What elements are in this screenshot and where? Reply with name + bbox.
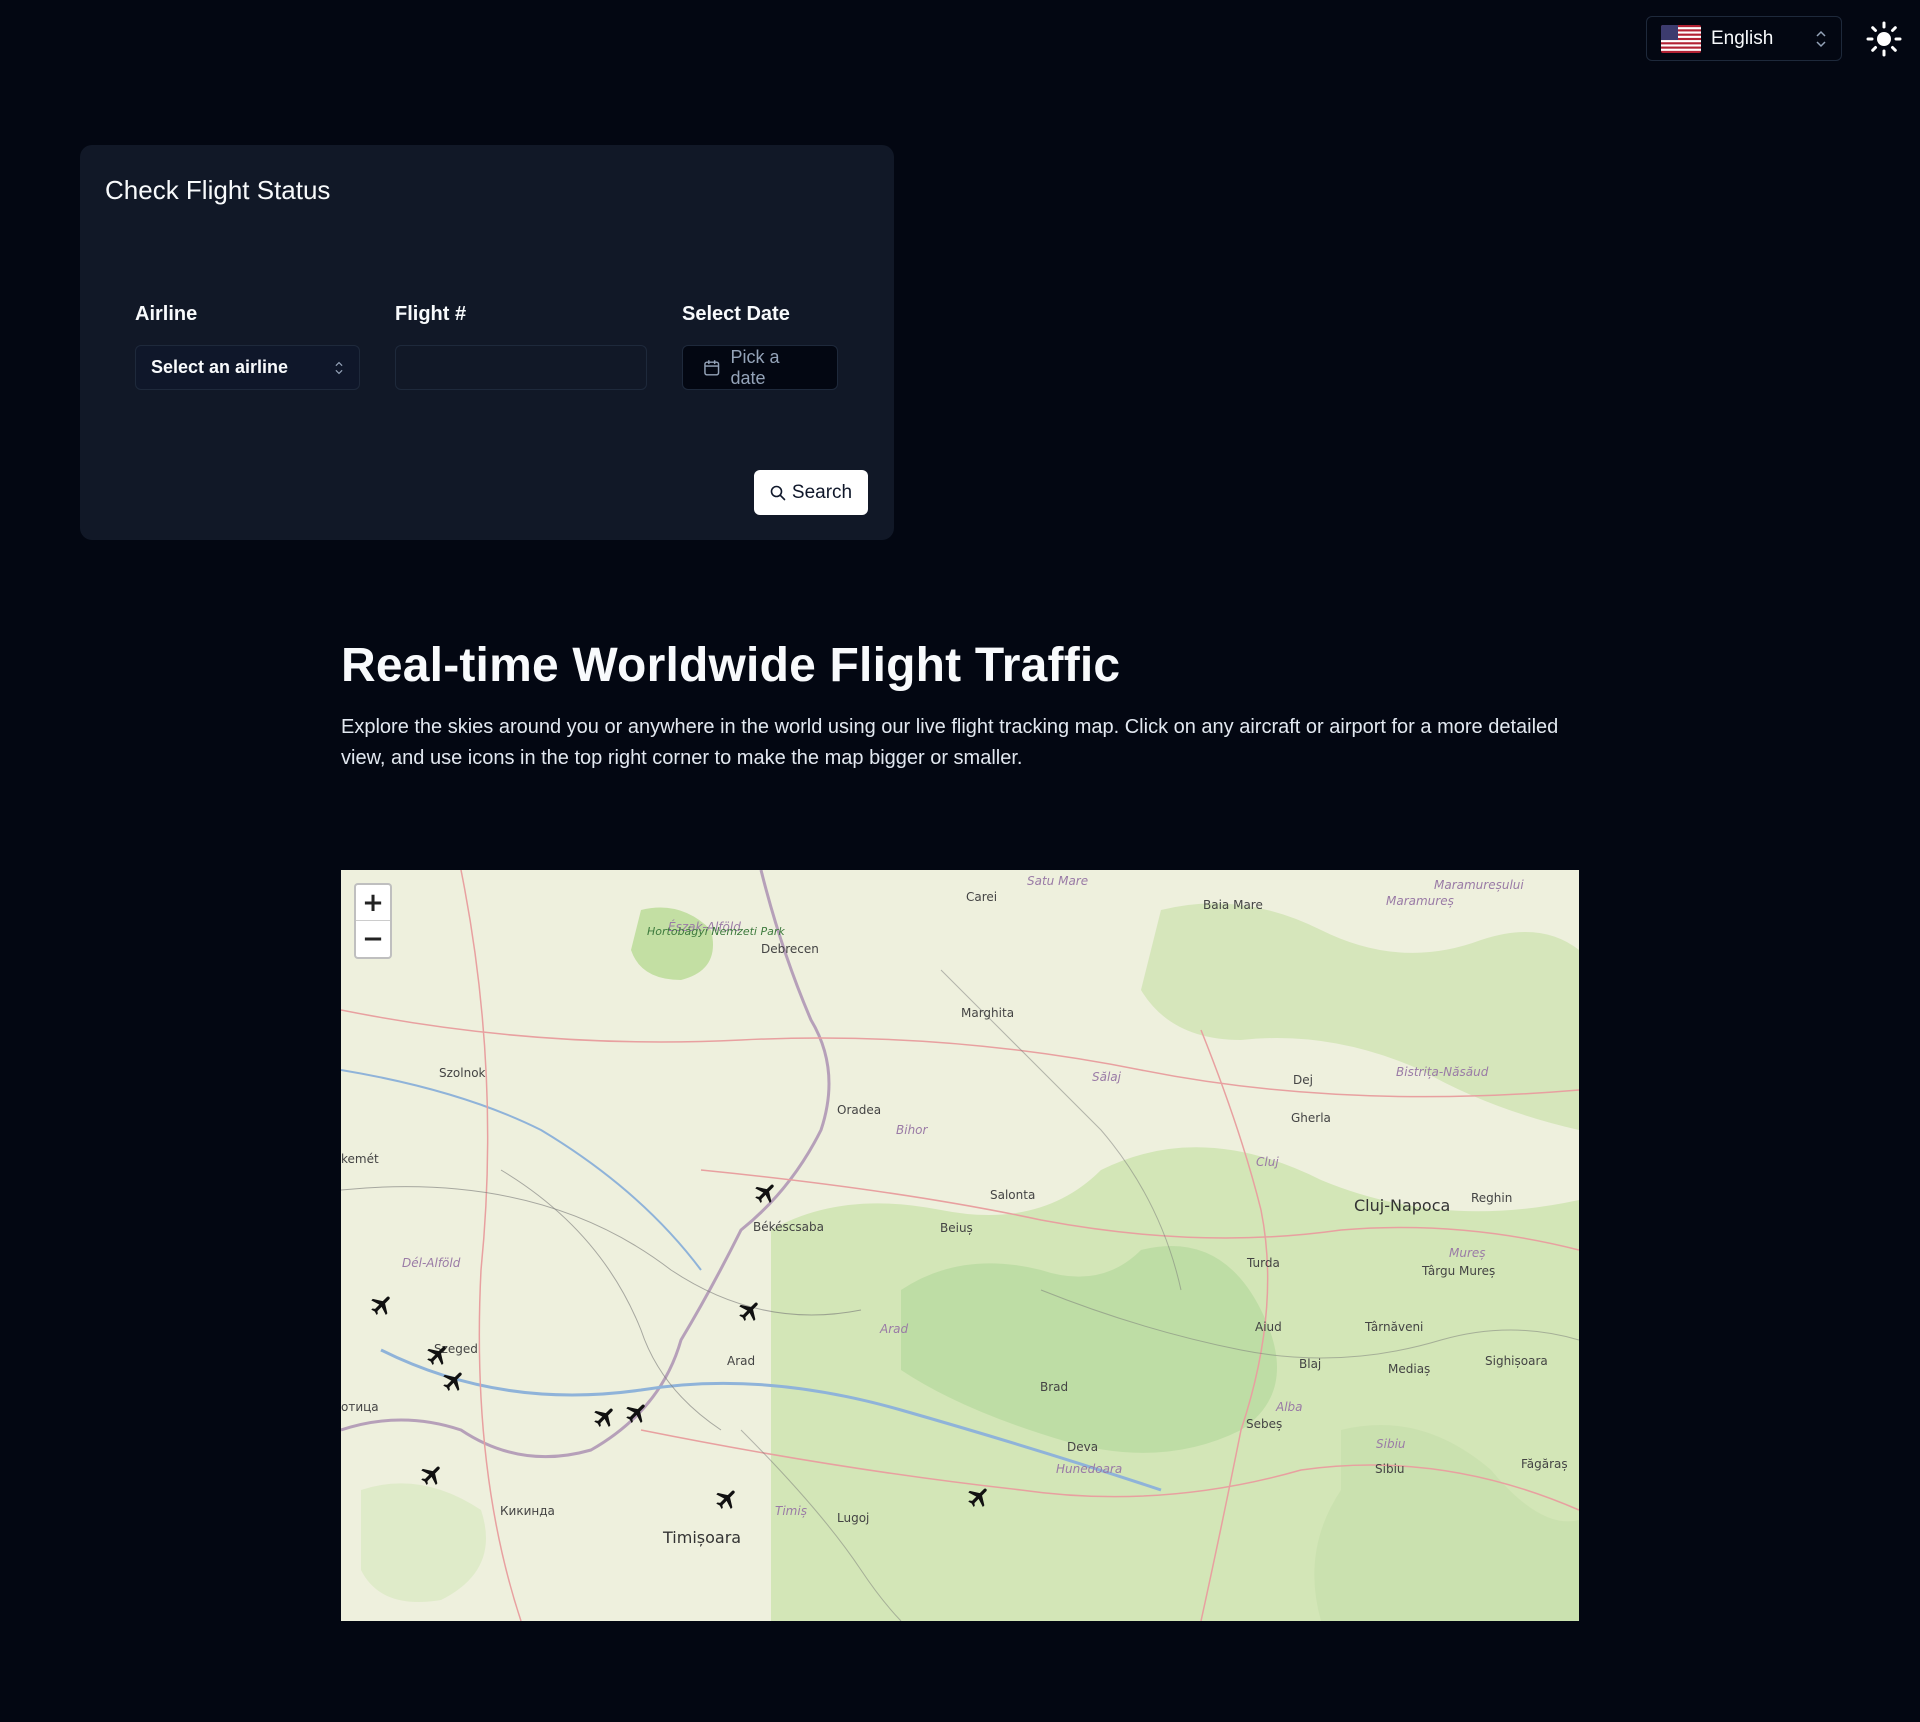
map-city-label: Hunedoara <box>1056 1462 1123 1476</box>
map-city-label: Alba <box>1276 1400 1303 1414</box>
airline-select[interactable]: Select an airline <box>135 345 360 390</box>
map-city-label: Reghin <box>1471 1191 1513 1205</box>
map-city-label: Dej <box>1293 1073 1313 1087</box>
airline-select-value: Select an airline <box>151 357 289 377</box>
map-city-label: Lugoj <box>837 1511 870 1525</box>
map-city-label: Maramureș <box>1386 894 1454 908</box>
flight-number-label: Flight # <box>395 303 467 325</box>
page-title: Real-time Worldwide Flight Traffic <box>341 639 1121 692</box>
language-label: English <box>1711 27 1774 49</box>
sun-icon <box>1866 21 1902 56</box>
date-picker-button[interactable]: Pick a date <box>682 345 838 390</box>
flight-status-card: Check Flight Status Airline Select an ai… <box>80 145 894 540</box>
map-city-label: Sibiu <box>1375 1462 1405 1476</box>
map-city-label: Arad <box>880 1322 909 1336</box>
chevrons-up-down-icon <box>335 361 343 374</box>
top-bar: English <box>1646 16 1904 61</box>
map-city-label: Sibiu <box>1376 1437 1406 1451</box>
airplane-icon[interactable] <box>753 1180 779 1206</box>
map-city-label: Mediaș <box>1388 1362 1431 1376</box>
map-city-label: Sebeș <box>1246 1417 1283 1431</box>
map-city-label: Debrecen <box>761 942 819 956</box>
map-city-label: Brad <box>1040 1380 1069 1394</box>
map-city-label: Salonta <box>990 1188 1036 1202</box>
search-icon <box>770 485 786 500</box>
map-city-label: Aiud <box>1255 1320 1282 1334</box>
map-city-label: Bihor <box>896 1123 928 1137</box>
map-city-label: Maramureșului <box>1434 878 1524 892</box>
map-city-label: Cluj-Napoca <box>1354 1196 1451 1215</box>
chevrons-up-down-icon <box>1816 30 1826 47</box>
card-title: Check Flight Status <box>105 175 331 205</box>
page-description: Explore the skies around you or anywhere… <box>341 716 1559 769</box>
map-city-label: Beiuș <box>940 1221 973 1235</box>
airplane-icon[interactable] <box>624 1400 650 1426</box>
map-city-label: Turda <box>1247 1256 1280 1270</box>
map-city-label: Sălaj <box>1092 1070 1121 1084</box>
flight-number-input[interactable] <box>395 345 647 390</box>
map-city-label: Szolnok <box>439 1066 486 1080</box>
airplane-icon[interactable] <box>425 1342 451 1368</box>
map-city-label: Deva <box>1067 1440 1099 1454</box>
zoom-out-button[interactable]: − <box>356 921 390 957</box>
map-city-label: Timișoara <box>663 1528 742 1547</box>
map-city-label: Sighișoara <box>1485 1354 1548 1368</box>
map-city-label: Hortobágyi Nemzeti Park <box>647 925 785 938</box>
zoom-in-button[interactable]: + <box>356 885 390 921</box>
airplane-icon[interactable] <box>592 1404 618 1430</box>
map-city-label: Gherla <box>1291 1111 1331 1125</box>
airplane-icon[interactable] <box>714 1486 740 1512</box>
map-city-label: Carei <box>966 890 998 904</box>
map-city-label: Blaj <box>1299 1357 1322 1371</box>
map-city-label: Marghita <box>961 1006 1015 1020</box>
zoom-control: + − <box>354 883 392 959</box>
map-city-label: Făgăraș <box>1521 1457 1568 1471</box>
map-city-label: kemét <box>341 1152 379 1166</box>
airplane-icon[interactable] <box>441 1368 467 1394</box>
map-city-label: Oradea <box>837 1103 882 1117</box>
search-button[interactable]: Search <box>754 470 868 515</box>
flight-map[interactable]: + − Satu Mare Carei Baia Mare Maramureșului… <box>341 870 1579 1621</box>
map-city-label: Cluj <box>1256 1155 1279 1169</box>
map-city-label: Târgu Mureș <box>1422 1264 1496 1278</box>
airplane-icon[interactable] <box>369 1292 395 1318</box>
search-button-label: Search <box>791 481 853 503</box>
date-label: Select Date <box>682 303 790 325</box>
airplane-icon[interactable] <box>419 1462 445 1488</box>
date-placeholder: Pick a date <box>730 346 780 388</box>
map-city-label: отица <box>341 1400 379 1414</box>
map-city-label: Кикинда <box>500 1504 555 1518</box>
theme-toggle-button[interactable] <box>1864 19 1904 59</box>
airline-label: Airline <box>135 303 198 325</box>
map-city-label: Baia Mare <box>1203 898 1263 912</box>
map-city-label: Békéscsaba <box>753 1220 824 1234</box>
us-flag-icon <box>1661 24 1701 53</box>
airplane-icon[interactable] <box>966 1484 992 1510</box>
map-city-label: Arad <box>727 1354 756 1368</box>
map-city-label: Mureș <box>1449 1246 1486 1260</box>
map-city-label: Timiș <box>775 1504 807 1518</box>
map-city-label: Bistrița-Năsăud <box>1396 1065 1489 1079</box>
airplane-icon[interactable] <box>737 1298 763 1324</box>
map-city-label: Satu Mare <box>1027 874 1089 888</box>
calendar-icon <box>704 359 720 376</box>
language-select[interactable]: English <box>1646 16 1842 61</box>
map-city-label: Dél-Alföld <box>402 1256 461 1270</box>
map-city-label: Târnăveni <box>1365 1320 1424 1334</box>
